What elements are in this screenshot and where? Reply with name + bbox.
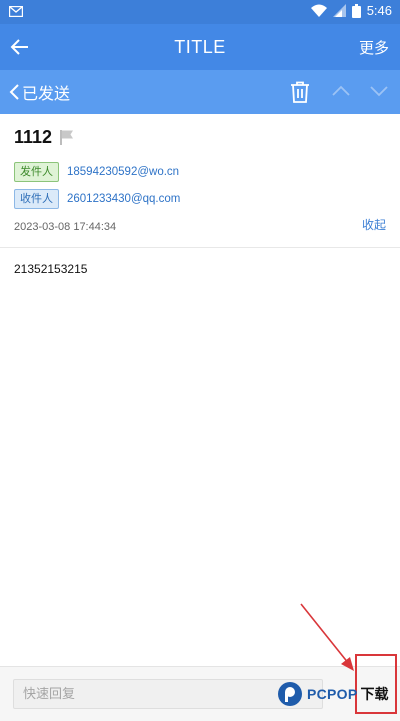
email-body: 21352153215: [14, 262, 88, 276]
mail-toolbar: 已发送: [0, 70, 400, 114]
chevron-up-icon[interactable]: [331, 84, 351, 98]
sent-folder-label: 已发送: [22, 84, 71, 103]
chevron-down-icon[interactable]: [369, 84, 389, 98]
from-row: 发件人 18594230592@wo.cn: [14, 162, 179, 182]
mail-icon: [9, 6, 23, 17]
from-tag: 发件人: [14, 162, 59, 182]
from-address[interactable]: 18594230592@wo.cn: [67, 166, 179, 178]
trash-icon[interactable]: [290, 81, 310, 103]
to-address[interactable]: 2601233430@qq.com: [67, 193, 180, 205]
subject-row: 1112: [14, 127, 74, 148]
watermark-suffix: 下载: [360, 687, 389, 703]
status-bar: 5:46: [0, 0, 400, 24]
to-row: 收件人 2601233430@qq.com: [14, 189, 180, 209]
email-subject: 1112: [14, 127, 53, 147]
sent-folder-back-button[interactable]: 已发送: [8, 70, 70, 114]
app-bar: TITLE 更多: [0, 24, 400, 70]
email-date: 2023-03-08 17:44:34: [14, 221, 117, 233]
system-icons: 5:46: [310, 3, 392, 18]
flag-icon[interactable]: [60, 130, 74, 145]
more-button[interactable]: 更多: [359, 37, 389, 58]
to-tag: 收件人: [14, 189, 59, 209]
battery-icon: [351, 3, 361, 18]
wifi-icon: [310, 4, 327, 17]
pcpop-logo-icon: [278, 682, 302, 706]
watermark: PCPOP 下载: [276, 680, 389, 708]
page-title: TITLE: [174, 37, 226, 57]
status-time: 5:46: [366, 3, 392, 18]
watermark-brand: PCPOP: [307, 686, 358, 702]
collapse-button[interactable]: 收起: [362, 216, 386, 233]
header-divider: [0, 247, 400, 248]
chevron-left-icon: [9, 84, 19, 100]
signal-icon: [332, 4, 346, 17]
